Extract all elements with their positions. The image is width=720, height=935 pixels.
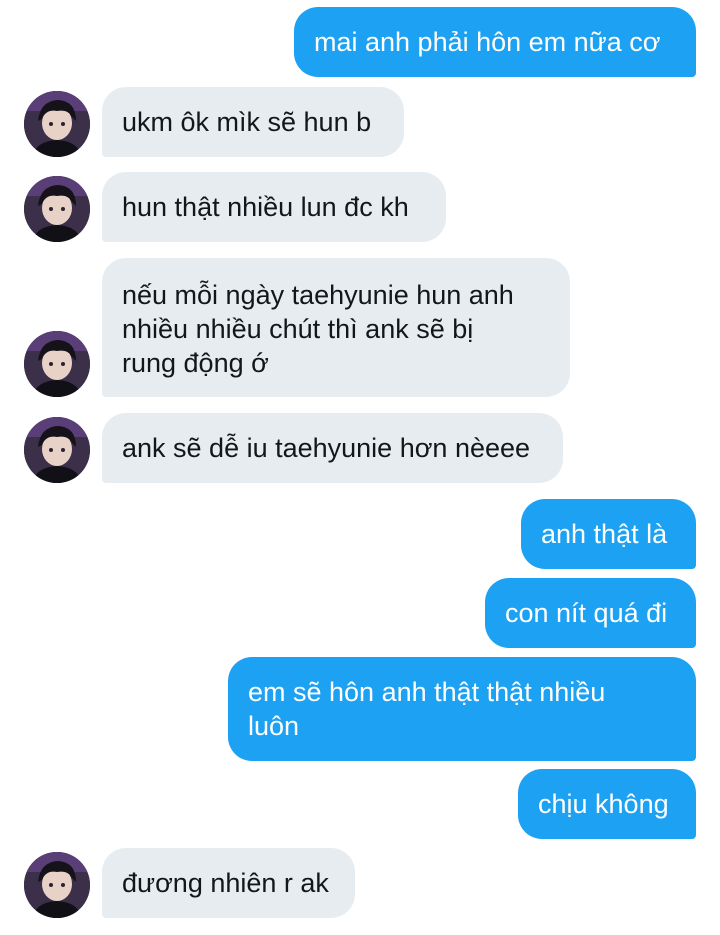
avatar[interactable] — [24, 176, 90, 242]
dm-conversation: { "messages": [ { "from": "me", "text": … — [0, 0, 720, 935]
avatar-photo — [24, 331, 90, 397]
message-bubble-incoming[interactable]: ukm ôk mìk sẽ hun b — [102, 87, 404, 157]
message-bubble-incoming[interactable]: nếu mỗi ngày taehyunie hun anh nhiều nhi… — [102, 258, 570, 397]
message-bubble-incoming[interactable]: hun thật nhiều lun đc kh — [102, 172, 446, 242]
avatar[interactable] — [24, 852, 90, 918]
avatar[interactable] — [24, 331, 90, 397]
avatar-photo — [24, 852, 90, 918]
message-bubble-outgoing[interactable]: mai anh phải hôn em nữa cơ — [294, 7, 696, 77]
message-bubble-incoming[interactable]: ank sẽ dễ iu taehyunie hơn nèeee — [102, 413, 563, 483]
message-bubble-incoming[interactable]: đương nhiên r ak — [102, 848, 355, 918]
avatar-photo — [24, 91, 90, 157]
message-bubble-outgoing[interactable]: con nít quá đi — [485, 578, 696, 648]
message-bubble-outgoing[interactable]: em sẽ hôn anh thật thật nhiều luôn — [228, 657, 696, 761]
avatar-photo — [24, 176, 90, 242]
message-bubble-outgoing[interactable]: chịu không — [518, 769, 696, 839]
avatar-photo — [24, 417, 90, 483]
avatar[interactable] — [24, 417, 90, 483]
avatar[interactable] — [24, 91, 90, 157]
message-bubble-outgoing[interactable]: anh thật là — [521, 499, 696, 569]
